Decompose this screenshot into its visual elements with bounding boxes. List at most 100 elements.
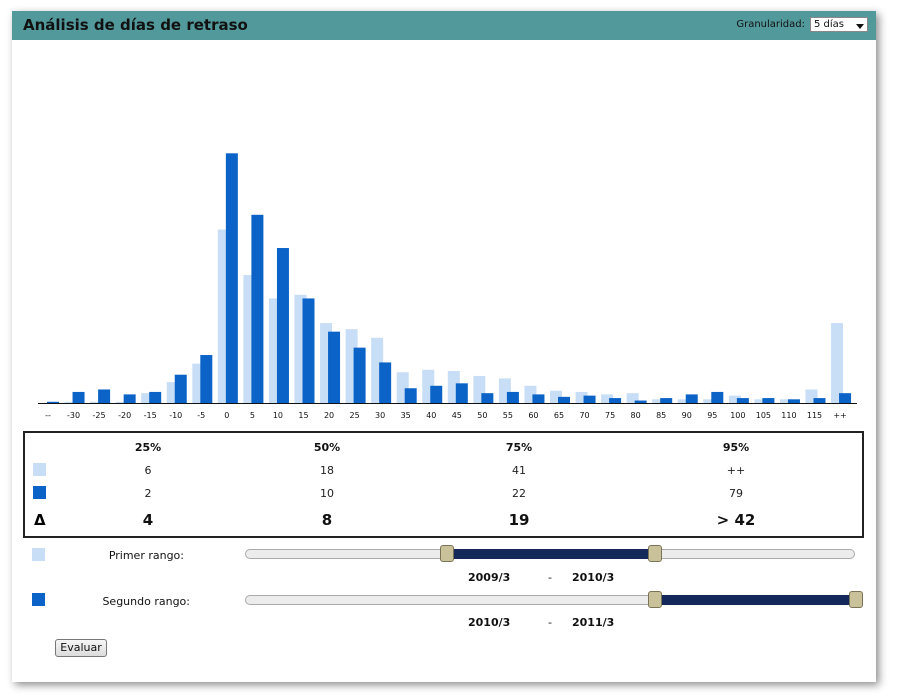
- x-tick-label: 115: [807, 411, 822, 420]
- bar-s2-5: [251, 214, 264, 403]
- delta-symbol: Δ: [34, 511, 46, 529]
- delay-histogram-chart: -- -30 -25 -20 -15 -10 -5 0 5 10 15 20 25 30 35 40 45 50 5…: [38, 153, 857, 420]
- x-tick-label: --: [45, 411, 51, 420]
- bar-s2-95: [711, 391, 724, 403]
- x-tick-label: 15: [298, 411, 308, 420]
- bar-s2--10: [174, 374, 187, 403]
- granularity-select[interactable]: 5 días: [810, 17, 868, 32]
- bar-s2--25: [98, 389, 111, 403]
- pct-s1-50: 18: [320, 464, 334, 477]
- x-tick-label: 90: [682, 411, 692, 420]
- bar-s2-115: [813, 398, 826, 403]
- x-tick-label: 20: [324, 411, 334, 420]
- first-range-dash: -: [548, 571, 552, 584]
- first-range-end-handle[interactable]: [647, 545, 662, 562]
- first-range-to: 2010/3: [572, 571, 615, 584]
- pct-s2-95: 79: [729, 487, 743, 500]
- pct-header-95: 95%: [722, 441, 750, 454]
- bar-s2--15: [149, 391, 162, 403]
- bar-s2-90: [685, 394, 698, 403]
- bar-s2-100: [736, 398, 749, 403]
- pct-s1-75: 41: [512, 464, 526, 477]
- pct-s1-25: 6: [144, 464, 152, 477]
- x-tick-label: 45: [452, 411, 462, 420]
- x-tick-label: 80: [631, 411, 641, 420]
- bar-s2-105: [762, 398, 775, 403]
- pct-s2-75: 22: [512, 487, 526, 500]
- bar-s2-15: [302, 298, 315, 403]
- first-range-slider[interactable]: [245, 545, 855, 562]
- bar-s2-50: [481, 393, 494, 403]
- x-tick-label: 95: [707, 411, 717, 420]
- bar-s2-110: [787, 399, 800, 403]
- bar-s2-80: [634, 400, 647, 403]
- second-range-to: 2011/3: [572, 616, 615, 629]
- bar-s2-25: [353, 347, 366, 403]
- bar-s2-++: [839, 393, 852, 403]
- x-tick-label: 100: [730, 411, 745, 420]
- x-tick-label: 50: [477, 411, 487, 420]
- pct-s2-25: 2: [144, 487, 152, 500]
- x-tick-label: -25: [93, 411, 106, 420]
- bar-s2---: [47, 401, 59, 403]
- x-tick-label: -20: [118, 411, 131, 420]
- x-tick-label: 85: [656, 411, 666, 420]
- x-tick-label: 5: [250, 411, 255, 420]
- first-range-from: 2009/3: [468, 571, 511, 584]
- x-tick-label: 65: [554, 411, 564, 420]
- bar-s2-35: [404, 388, 417, 403]
- bar-s2-75: [609, 398, 622, 403]
- x-tick-label: 40: [426, 411, 436, 420]
- window-title: Análisis de días de retraso: [23, 16, 248, 34]
- x-tick-label: -5: [197, 411, 205, 420]
- pct-delta-25: 4: [142, 511, 154, 529]
- x-tick-label: 25: [350, 411, 360, 420]
- x-tick-label: 10: [273, 411, 283, 420]
- first-range-start-handle[interactable]: [440, 545, 455, 562]
- bar-s1-++: [831, 323, 844, 403]
- second-range-from: 2010/3: [468, 616, 511, 629]
- pct-header-25: 25%: [134, 441, 162, 454]
- pct-s1-95: ++: [726, 464, 746, 477]
- bar-s2-45: [455, 383, 468, 403]
- first-range-label: Primer rango:: [108, 549, 184, 562]
- second-range-slider[interactable]: [245, 591, 863, 608]
- second-range-swatch: [32, 593, 45, 606]
- pct-s2-50: 10: [320, 487, 334, 500]
- second-range-dash: -: [548, 616, 552, 629]
- bar-s2-40: [430, 385, 443, 403]
- pct-delta-50: 8: [321, 511, 333, 529]
- x-tick-label: -15: [144, 411, 157, 420]
- bar-s2--5: [200, 355, 213, 403]
- series1-swatch: [33, 463, 46, 476]
- granularity-value: 5 días: [814, 19, 845, 30]
- pct-header-50: 50%: [313, 441, 341, 454]
- x-tick-label: 0: [224, 411, 229, 420]
- analysis-window: Análisis de días de retraso Granularidad…: [12, 11, 876, 682]
- bar-s2--30: [72, 391, 85, 403]
- series2-swatch: [33, 486, 46, 499]
- second-range-end-handle[interactable]: [849, 591, 863, 608]
- bar-s2-65: [558, 396, 570, 403]
- x-tick-label: 105: [756, 411, 771, 420]
- bar-s2-20: [328, 331, 341, 403]
- evaluate-button[interactable]: Evaluar: [55, 639, 107, 657]
- x-tick-label: -10: [169, 411, 182, 420]
- pct-header-75: 75%: [505, 441, 533, 454]
- bar-s2-85: [660, 398, 673, 403]
- chevron-down-icon: [856, 24, 864, 29]
- second-range-start-handle[interactable]: [647, 591, 662, 608]
- x-tick-label: 75: [605, 411, 615, 420]
- pct-delta-95: > 42: [716, 511, 756, 529]
- second-range-fill: [654, 595, 856, 605]
- x-tick-label: 35: [401, 411, 411, 420]
- x-tick-label: 60: [528, 411, 538, 420]
- title-bar: Análisis de días de retraso Granularidad…: [12, 11, 876, 40]
- x-tick-label: 110: [781, 411, 796, 420]
- bar-s2-10: [276, 248, 289, 403]
- percentile-table: 25% 50% 75% 95% 6 18 41 ++ 2 10 22 79 Δ …: [23, 431, 864, 538]
- x-tick-label: 70: [579, 411, 589, 420]
- bar-s2--20: [123, 394, 136, 403]
- granularity-label: Granularidad:: [736, 19, 805, 30]
- second-range-label: Segundo rango:: [102, 595, 190, 608]
